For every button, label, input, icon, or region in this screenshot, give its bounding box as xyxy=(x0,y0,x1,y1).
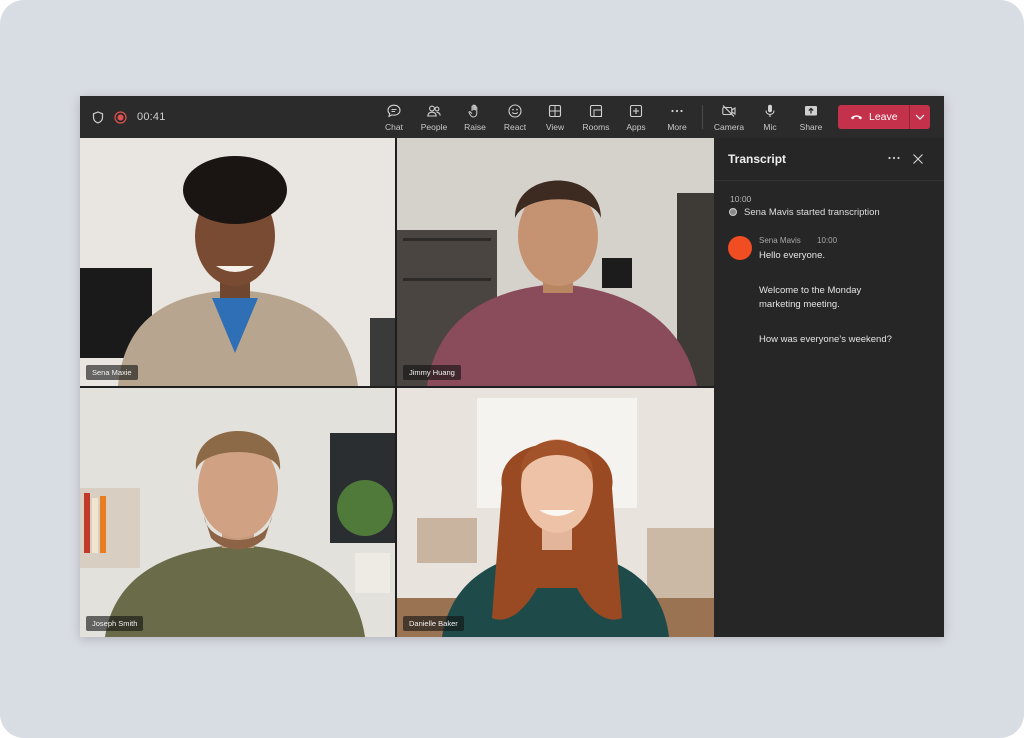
meeting-window: 00:41 Chat People Raise React View Rooms… xyxy=(80,96,944,637)
apps-label: Apps xyxy=(626,122,646,132)
avatar xyxy=(728,236,752,260)
more-label: More xyxy=(667,122,687,132)
speaker-name: Sena Mavis xyxy=(759,236,801,245)
apps-button[interactable]: Apps xyxy=(616,101,656,135)
transcript-panel: Transcript 10:00 Sena Mavis started tran… xyxy=(714,138,944,637)
meeting-toolbar: 00:41 Chat People Raise React View Rooms… xyxy=(80,96,944,138)
raise-hand-icon xyxy=(468,104,478,118)
participant-video xyxy=(80,138,395,386)
transcript-more-button[interactable] xyxy=(886,151,902,165)
more-icon xyxy=(671,109,683,113)
transcript-close-button[interactable] xyxy=(912,152,924,164)
chat-icon xyxy=(387,104,401,118)
leave-label: Leave xyxy=(869,111,898,123)
meeting-status: 00:41 xyxy=(92,96,166,138)
grid-view-icon xyxy=(548,104,562,118)
camera-label: Camera xyxy=(713,122,745,132)
participant-video xyxy=(397,138,714,386)
people-label: People xyxy=(420,122,448,132)
view-button[interactable]: View xyxy=(535,101,575,135)
react-button[interactable]: React xyxy=(495,101,535,135)
chevron-down-icon xyxy=(915,114,925,120)
raise-hand-button[interactable]: Raise xyxy=(455,101,495,135)
mic-icon xyxy=(765,104,775,117)
camera-off-icon xyxy=(722,105,736,117)
record-indicator-icon xyxy=(729,208,737,216)
leave-main-button[interactable]: Leave xyxy=(838,105,909,129)
meeting-timer: 00:41 xyxy=(137,111,166,123)
people-button[interactable]: People xyxy=(414,101,454,135)
smiley-icon xyxy=(508,104,522,118)
transcript-message: How was everyone’s weekend? xyxy=(759,334,892,345)
participant-video xyxy=(397,388,714,637)
rooms-label: Rooms xyxy=(582,122,610,132)
rooms-button[interactable]: Rooms xyxy=(576,101,616,135)
speaker-timestamp: 10:00 xyxy=(817,236,838,245)
transcript-message: Hello everyone. xyxy=(759,250,826,261)
system-message: Sena Mavis started transcription xyxy=(744,207,880,218)
share-button[interactable]: Share xyxy=(791,101,831,135)
chat-label: Chat xyxy=(385,122,403,132)
system-timestamp: 10:00 xyxy=(730,194,752,204)
transcript-title: Transcript xyxy=(728,152,787,166)
video-tile-danielle-baker[interactable]: Danielle Baker xyxy=(397,388,714,637)
participant-name: Sena Maxie xyxy=(86,365,138,380)
video-tile-sena-maxie[interactable]: Sena Maxie xyxy=(80,138,395,386)
people-icon xyxy=(427,105,441,117)
participant-name: Joseph Smith xyxy=(86,616,144,631)
leave-options-button[interactable] xyxy=(910,105,930,129)
window-backdrop: 00:41 Chat People Raise React View Rooms… xyxy=(0,0,1024,738)
participant-name: Danielle Baker xyxy=(403,616,464,631)
raise-label: Raise xyxy=(464,122,486,132)
share-screen-icon xyxy=(805,106,817,116)
record-icon xyxy=(114,110,127,124)
camera-button[interactable]: Camera xyxy=(709,101,749,135)
video-tile-joseph-smith[interactable]: Joseph Smith xyxy=(80,388,395,637)
view-label: View xyxy=(545,122,565,132)
toolbar-divider xyxy=(702,105,703,129)
leave-button[interactable]: Leave xyxy=(838,105,930,129)
close-icon xyxy=(913,154,923,164)
rooms-icon xyxy=(589,104,603,118)
mic-button[interactable]: Mic xyxy=(750,101,790,135)
chat-button[interactable]: Chat xyxy=(374,101,414,135)
add-app-icon xyxy=(629,104,643,118)
transcript-header: Transcript xyxy=(714,138,944,181)
react-label: React xyxy=(503,122,527,132)
transcript-message: Welcome to the Monday marketing meeting. xyxy=(759,285,862,310)
more-icon xyxy=(888,156,900,160)
mic-label: Mic xyxy=(763,122,777,132)
video-tile-jimmy-huang[interactable]: Jimmy Huang xyxy=(397,138,714,386)
share-label: Share xyxy=(799,122,823,132)
hang-up-icon xyxy=(851,115,862,120)
shield-icon[interactable] xyxy=(92,110,104,124)
participant-video xyxy=(80,388,395,637)
participant-name: Jimmy Huang xyxy=(403,365,461,380)
more-button[interactable]: More xyxy=(657,101,697,135)
